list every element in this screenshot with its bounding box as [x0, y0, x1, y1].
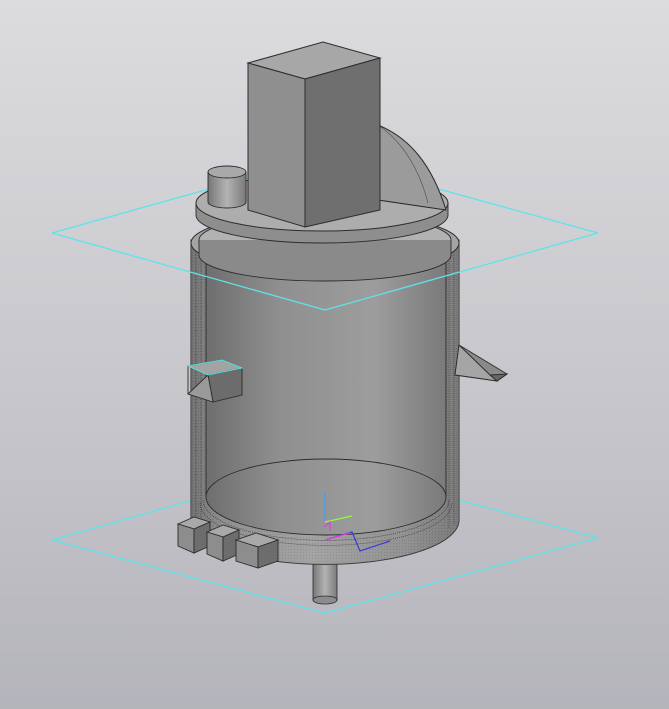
bottom-box-2[interactable]	[205, 524, 241, 562]
cover-nozzle[interactable]	[207, 165, 247, 209]
dome-segment[interactable]	[377, 124, 447, 211]
model-canvas[interactable]	[0, 0, 669, 709]
cad-3d-viewport[interactable]	[0, 0, 669, 709]
bottom-outlet-pipe[interactable]	[312, 557, 338, 605]
bottom-box-3[interactable]	[234, 532, 280, 569]
bottom-box-1[interactable]	[176, 516, 212, 554]
vessel-inner-body[interactable]	[199, 254, 453, 546]
right-side-hopper[interactable]	[454, 344, 509, 382]
drive-motor-box[interactable]	[246, 41, 382, 228]
